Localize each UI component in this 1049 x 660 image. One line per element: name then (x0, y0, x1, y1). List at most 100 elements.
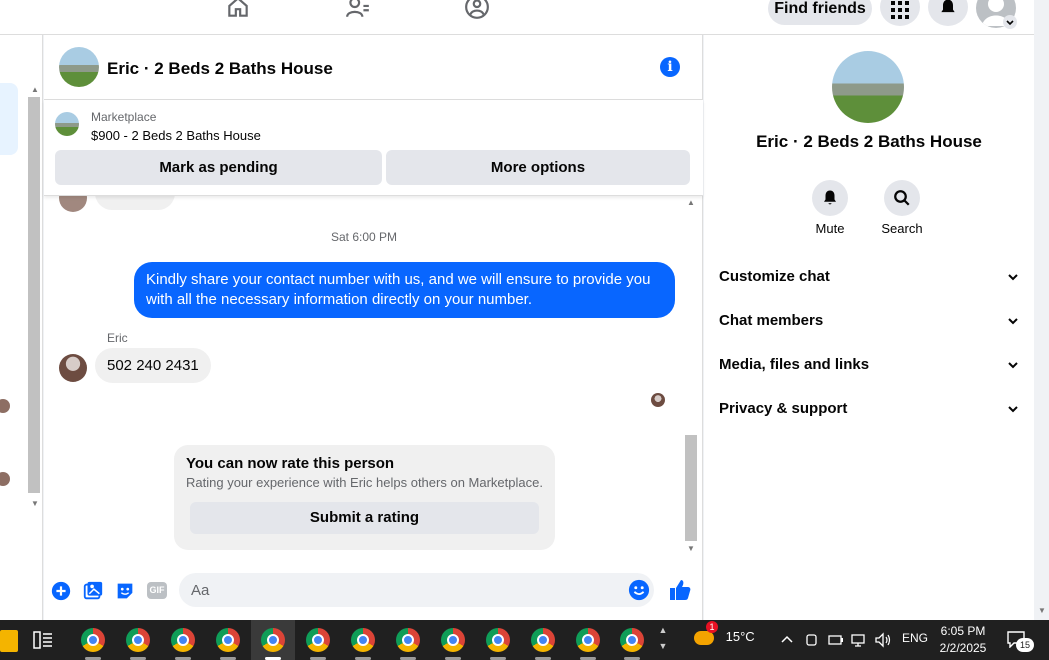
privacy-support-section[interactable]: Privacy & support (719, 394, 1019, 424)
chrome-icon (216, 628, 240, 652)
taskbar-chrome-window[interactable] (161, 620, 205, 660)
taskbar-chrome-window[interactable] (521, 620, 565, 660)
menu-button[interactable] (880, 0, 920, 26)
bell-icon (941, 0, 955, 13)
taskbar-chrome-window[interactable] (206, 620, 250, 660)
emoji-icon[interactable] (628, 579, 650, 601)
section-label: Media, files and links (719, 356, 870, 373)
input-language[interactable]: ENG (902, 631, 928, 645)
sender-avatar[interactable] (59, 354, 87, 382)
message-list: Sat 6:00 PM Kindly share your contact nu… (44, 196, 703, 558)
seen-receipt-avatar (651, 393, 665, 407)
taskbar-chrome-window[interactable] (296, 620, 340, 660)
rating-subtitle: Rating your experience with Eric helps o… (186, 475, 543, 490)
page-scrollbar[interactable]: ▼ (1034, 0, 1049, 620)
taskbar-chrome-window[interactable] (116, 620, 160, 660)
mute-action[interactable]: Mute (800, 180, 860, 236)
taskbar-chrome-window[interactable] (431, 620, 475, 660)
scroll-down-arrow-icon[interactable]: ▼ (1035, 606, 1049, 615)
sticker-icon[interactable] (114, 580, 136, 602)
system-clock[interactable]: 6:05 PM 2/2/2025 (930, 623, 996, 657)
account-chevron-icon[interactable] (1003, 15, 1017, 29)
scrollbar-thumb[interactable] (28, 97, 40, 493)
weather-widget[interactable]: 1 15°C (694, 621, 755, 645)
message-input-container[interactable] (179, 573, 654, 607)
scroll-up-arrow-icon[interactable]: ▲ (28, 85, 42, 94)
taskbar-chrome-window[interactable] (476, 620, 520, 660)
taskbar-chrome-window[interactable] (566, 620, 610, 660)
notifications-button[interactable] (928, 0, 968, 26)
find-friends-button[interactable]: Find friends (768, 0, 872, 25)
bell-icon (824, 190, 836, 205)
home-icon[interactable] (225, 0, 251, 20)
media-files-links-section[interactable]: Media, files and links (719, 350, 1019, 380)
chat-header: Eric · 2 Beds 2 Baths House i (44, 35, 703, 100)
listing-price-title[interactable]: $900 - 2 Beds 2 Baths House (91, 128, 261, 143)
taskbar-overflow-arrows-icon[interactable]: ▲ ▼ (656, 622, 670, 654)
notification-center[interactable]: 15 (1006, 630, 1034, 652)
taskbar-chrome-window-active[interactable] (251, 620, 295, 660)
search-action[interactable]: Search (872, 180, 932, 236)
taskbar-chrome-window[interactable] (341, 620, 385, 660)
clock-time: 6:05 PM (940, 624, 986, 638)
chat-list-avatar[interactable] (0, 472, 10, 486)
battery-icon[interactable] (828, 633, 844, 647)
listing-thumbnail[interactable] (55, 112, 79, 136)
chat-avatar[interactable] (59, 47, 99, 87)
scroll-down-arrow-icon[interactable]: ▼ (684, 544, 698, 553)
listing-source-label: Marketplace (91, 110, 157, 124)
scroll-up-arrow-icon[interactable]: ▲ (684, 198, 698, 207)
more-options-button[interactable]: More options (386, 150, 690, 185)
message-bubble-partial (95, 196, 175, 210)
plus-circle-icon[interactable] (50, 580, 72, 602)
marketplace-listing-banner: Marketplace $900 - 2 Beds 2 Baths House … (44, 100, 703, 196)
chrome-icon (351, 628, 375, 652)
chat-list-avatar[interactable] (0, 399, 10, 413)
customize-chat-section[interactable]: Customize chat (719, 262, 1019, 292)
chrome-icon (441, 628, 465, 652)
temperature-label: 15°C (725, 629, 755, 644)
message-input[interactable] (191, 573, 611, 607)
chevron-down-icon (1008, 362, 1018, 369)
chat-info-avatar[interactable] (832, 51, 904, 123)
mute-button[interactable] (812, 180, 848, 216)
friends-icon[interactable] (345, 0, 371, 20)
chat-list-strip: ▲ ▼ (0, 35, 43, 620)
scroll-down-arrow-icon[interactable]: ▼ (28, 499, 42, 508)
rating-title: You can now rate this person (186, 455, 395, 472)
sender-name: Eric (107, 331, 128, 345)
thumbs-up-icon[interactable] (668, 578, 692, 602)
meet-now-icon[interactable] (804, 632, 820, 648)
volume-icon[interactable] (874, 632, 892, 648)
chat-list-scrollbar[interactable]: ▲ ▼ (28, 85, 40, 515)
info-icon[interactable]: i (660, 57, 680, 77)
message-scrollbar[interactable]: ▲ ▼ (684, 198, 698, 558)
scrollbar-thumb[interactable] (685, 435, 697, 541)
chevron-down-icon (1008, 318, 1018, 325)
search-label: Search (881, 221, 923, 236)
chrome-icon (171, 628, 195, 652)
outgoing-message[interactable]: Kindly share your contact number with us… (134, 262, 675, 318)
chevron-down-icon (1008, 406, 1018, 413)
chrome-icon (531, 628, 555, 652)
taskbar-chrome-window[interactable] (71, 620, 115, 660)
search-button[interactable] (884, 180, 920, 216)
pinned-app-icon[interactable] (0, 630, 18, 652)
taskbar-chrome-window[interactable] (610, 620, 654, 660)
task-view-icon[interactable] (33, 631, 53, 649)
photo-icon[interactable] (82, 580, 104, 602)
taskbar-chrome-window[interactable] (386, 620, 430, 660)
sender-avatar (59, 196, 87, 212)
chat-title[interactable]: Eric · 2 Beds 2 Baths House (107, 59, 333, 79)
chrome-icon (396, 628, 420, 652)
show-hidden-icons-chevron-icon[interactable] (780, 634, 794, 644)
network-icon[interactable] (851, 632, 867, 648)
submit-rating-button[interactable]: Submit a rating (190, 502, 539, 534)
selected-chat-highlight[interactable] (0, 83, 18, 155)
mark-as-pending-button[interactable]: Mark as pending (55, 150, 382, 185)
groups-icon[interactable] (464, 0, 490, 20)
chat-members-section[interactable]: Chat members (719, 306, 1019, 336)
find-friends-label: Find friends (774, 0, 866, 17)
incoming-message[interactable]: 502 240 2431 (95, 348, 211, 383)
gif-icon[interactable]: GIF (147, 582, 167, 599)
